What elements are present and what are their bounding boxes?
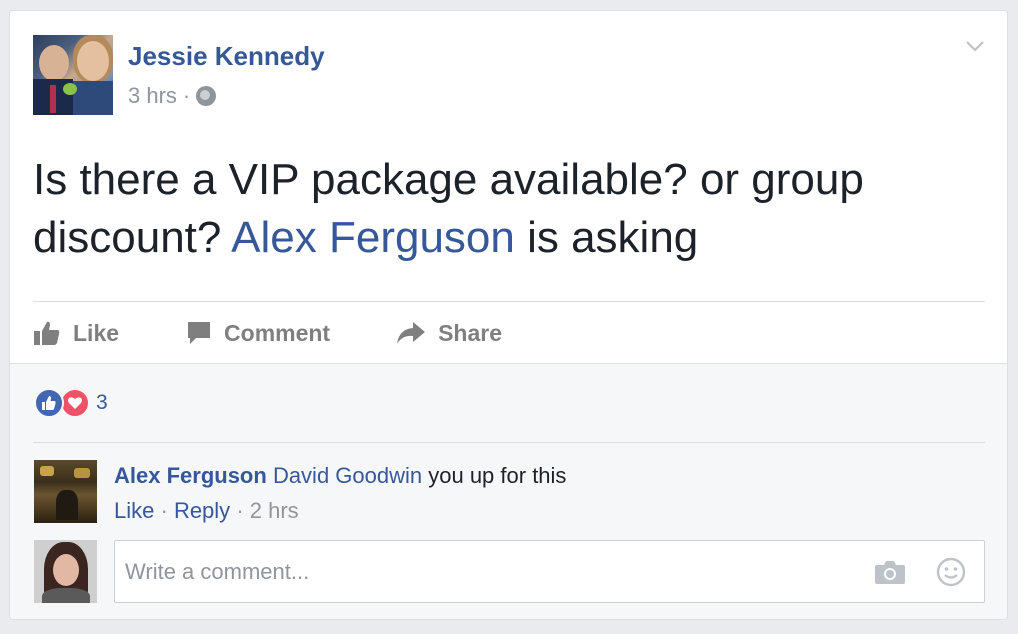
- comment-mention[interactable]: David Goodwin: [273, 463, 422, 488]
- comment-input[interactable]: [114, 540, 985, 603]
- comment-separator: ·: [236, 498, 244, 523]
- post-meta: 3 hrs ·: [128, 83, 217, 109]
- post-mention[interactable]: Alex Ferguson: [231, 213, 515, 262]
- comment-like-link[interactable]: Like: [114, 498, 154, 523]
- smiley-icon[interactable]: [936, 557, 966, 587]
- comment-timestamp[interactable]: 2 hrs: [250, 498, 299, 523]
- post-text-after: is asking: [514, 213, 699, 262]
- post-actions: Like Comment Share: [33, 313, 502, 353]
- share-label: Share: [438, 319, 503, 346]
- comment-actions: Like · Reply · 2 hrs: [114, 498, 299, 524]
- like-label: Like: [73, 319, 120, 346]
- globe-icon[interactable]: [196, 86, 217, 106]
- like-button[interactable]: Like: [33, 320, 119, 347]
- post-card: Jessie Kennedy 3 hrs · Is there a VIP pa…: [9, 10, 1008, 620]
- author-avatar[interactable]: [33, 35, 113, 115]
- love-reaction-icon: [60, 388, 90, 418]
- post-header-section: Jessie Kennedy 3 hrs · Is there a VIP pa…: [10, 11, 1007, 363]
- camera-icon[interactable]: [874, 559, 906, 585]
- post-timestamp[interactable]: 3 hrs: [128, 83, 177, 109]
- commenter-avatar[interactable]: [34, 460, 97, 523]
- post-text: Is there a VIP package available? or gro…: [33, 151, 983, 267]
- thumbs-up-icon: [34, 321, 60, 345]
- comment-message: you up for this: [422, 463, 567, 488]
- viewer-avatar: [34, 540, 97, 603]
- chevron-down-icon[interactable]: [965, 39, 985, 53]
- like-reaction-icon: [34, 388, 64, 418]
- comment-button[interactable]: Comment: [186, 320, 330, 347]
- post-author-name[interactable]: Jessie Kennedy: [128, 41, 325, 72]
- divider: [33, 442, 985, 443]
- meta-separator: ·: [182, 83, 191, 108]
- comment-text: Alex Ferguson David Goodwin you up for t…: [114, 462, 566, 490]
- comments-section: 3 Alex Ferguson David Goodwin you up for…: [10, 363, 1007, 619]
- share-button[interactable]: Share: [396, 320, 502, 347]
- comment-bubble-icon: [188, 322, 211, 344]
- share-arrow-icon: [397, 322, 426, 344]
- comment-reply-link[interactable]: Reply: [174, 498, 230, 523]
- comment-separator: ·: [160, 498, 168, 523]
- reaction-count: 3: [96, 391, 108, 414]
- comment-author-name[interactable]: Alex Ferguson: [114, 463, 267, 488]
- reactions-summary[interactable]: 3: [34, 388, 108, 418]
- divider: [33, 301, 985, 302]
- comment-label: Comment: [224, 319, 331, 346]
